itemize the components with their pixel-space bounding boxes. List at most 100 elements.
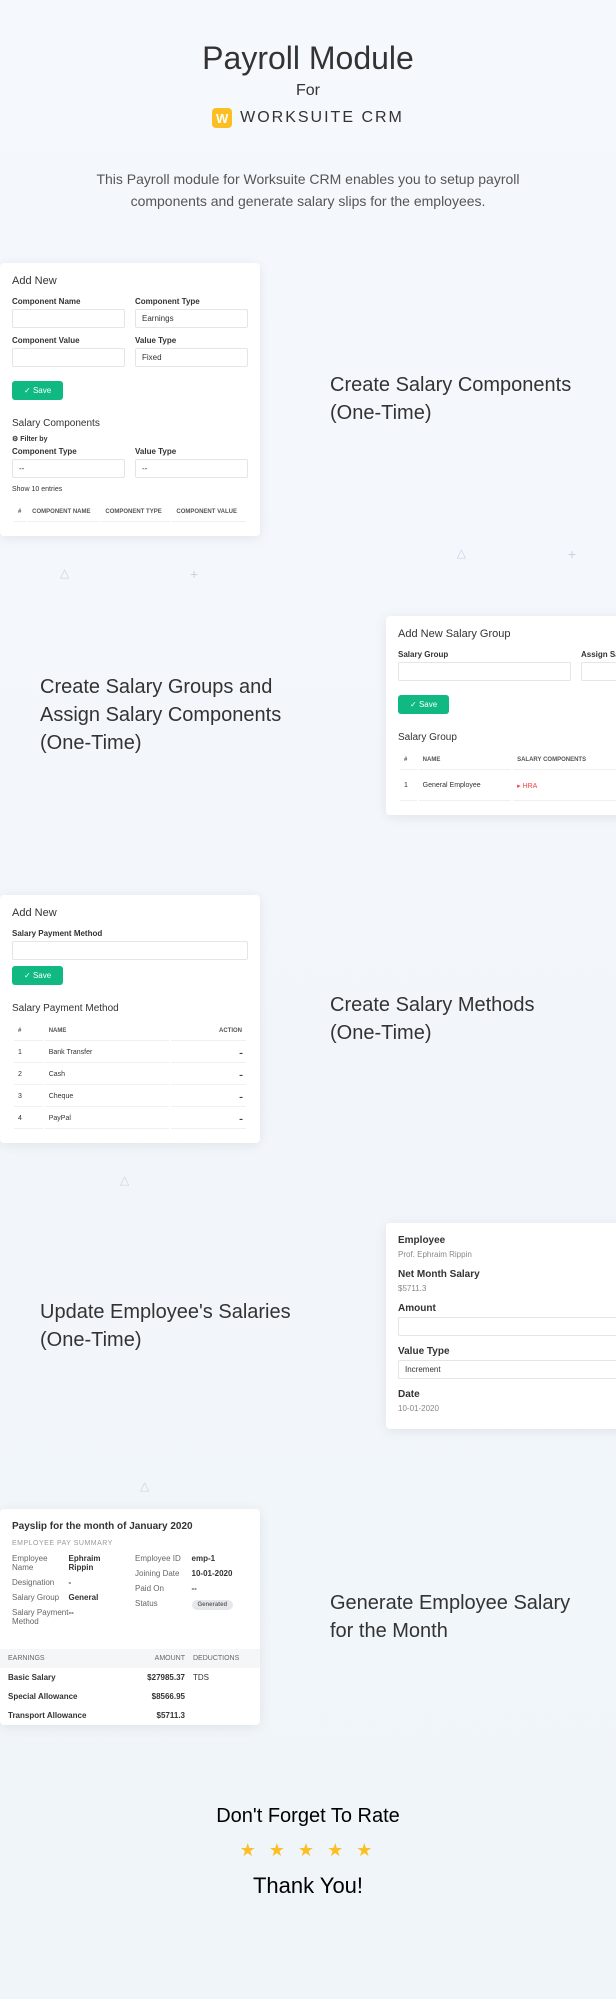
payment-method-value: -- [69, 1608, 126, 1626]
payslip-title: Payslip for the month of January 2020 [12, 1521, 248, 1532]
col-salary-components: SALARY COMPONENTS [513, 751, 616, 770]
col-num: # [14, 503, 26, 522]
section-salary-methods: Add New Salary Payment Method ✓ Save Sal… [0, 875, 616, 1163]
paid-on-value: -- [192, 1584, 249, 1593]
col-name: NAME [419, 751, 511, 770]
save-button[interactable]: ✓ Save [12, 381, 63, 400]
component-type-label: Component Type [135, 297, 248, 306]
row-menu-icon[interactable]: ... [239, 1093, 242, 1100]
connector: △ + △ + [0, 556, 616, 596]
net-salary-value: $5711.3 [398, 1284, 616, 1293]
payment-method-input[interactable] [12, 941, 248, 960]
row-menu-icon[interactable]: ... [239, 1071, 242, 1078]
filter-by-label: ⚙ Filter by [12, 435, 248, 443]
pay-summary-heading: EMPLOYEE PAY SUMMARY [12, 1540, 248, 1547]
component-name-input[interactable] [12, 309, 125, 328]
caption-salary-groups: Create Salary Groups and Assign Salary C… [0, 673, 356, 757]
salary-group-value: General [69, 1593, 126, 1602]
amount-input[interactable] [398, 1317, 616, 1336]
payment-method-table: # NAME ACTION 1Bank Transfer...2Cash...3… [12, 1020, 248, 1131]
designation-label: Designation [12, 1578, 69, 1587]
joining-date-label: Joining Date [135, 1569, 192, 1578]
save-button[interactable]: ✓ Save [12, 966, 63, 985]
section-salary-components: Add New Component Name Component Type Ea… [0, 243, 616, 556]
save-icon: ✓ [24, 971, 33, 980]
hra-tag: HRA [517, 783, 537, 790]
assign-salary-input[interactable] [581, 662, 616, 681]
col-name: NAME [45, 1022, 169, 1041]
salary-group-heading: Salary Group [398, 732, 616, 743]
date-value: 10-01-2020 [398, 1404, 616, 1413]
col-num: # [400, 751, 417, 770]
component-type-select[interactable]: Earnings [135, 309, 248, 328]
section-salary-groups: Add New Salary Group Salary Group Assign… [0, 596, 616, 835]
employee-name-value: Prof. Ephraim Rippin [398, 1250, 616, 1259]
value-type-label: Value Type [135, 336, 248, 345]
status-label: Status [135, 1599, 192, 1608]
connector: △ [0, 1163, 616, 1203]
table-row: 2Cash... [14, 1065, 246, 1085]
caption-generate-payslip: Generate Employee Salary for the Month [290, 1589, 616, 1645]
date-label: Date [398, 1389, 616, 1400]
net-salary-label: Net Month Salary [398, 1269, 616, 1280]
filter-value-type-label: Value Type [135, 447, 248, 456]
employee-label: Employee [398, 1235, 616, 1246]
component-value-label: Component Value [12, 336, 125, 345]
table-row: 4PayPal... [14, 1109, 246, 1129]
thank-you: Thank You! [20, 1873, 596, 1899]
table-row: 1Bank Transfer... [14, 1043, 246, 1063]
card-payslip: Payslip for the month of January 2020 EM… [0, 1509, 260, 1725]
earnings-row: Special Allowance$8566.95 [0, 1687, 260, 1706]
row-menu-icon[interactable]: ... [239, 1115, 242, 1122]
brand: W WORKSUITE CRM [20, 108, 596, 128]
title: Payroll Module [20, 40, 596, 77]
table-row: 1 General Employee HRA ⚙ Manage Employee… [400, 772, 616, 801]
page-header: Payroll Module For W WORKSUITE CRM [0, 0, 616, 148]
payment-method-label: Salary Payment Method [12, 1608, 69, 1626]
entries-control: Show 10 entries [12, 486, 248, 493]
card-salary-components: Add New Component Name Component Type Ea… [0, 263, 260, 536]
earnings-row: Basic Salary$27985.37TDS [0, 1668, 260, 1687]
table-row: 3Cheque... [14, 1087, 246, 1107]
value-type-select[interactable]: Increment [398, 1360, 616, 1379]
earnings-row: Transport Allowance$5711.3 [0, 1706, 260, 1725]
filter-component-type-select[interactable]: -- [12, 459, 125, 478]
brand-logo-icon: W [212, 108, 232, 128]
filter-value-type-select[interactable]: -- [135, 459, 248, 478]
subtitle-for: For [20, 82, 596, 100]
salary-group-label: Salary Group [398, 650, 571, 659]
card-salary-groups: Add New Salary Group Salary Group Assign… [386, 616, 616, 815]
salary-components-heading: Salary Components [12, 418, 248, 429]
col-component-name: COMPONENT NAME [28, 503, 99, 522]
value-type-select[interactable]: Fixed [135, 348, 248, 367]
assign-salary-label: Assign Salary [581, 650, 616, 659]
add-new-heading: Add New [12, 275, 248, 287]
save-icon: ✓ [24, 386, 33, 395]
footer: Don't Forget To Rate ★ ★ ★ ★ ★ Thank You… [0, 1745, 616, 1939]
status-badge: Generated [192, 1600, 234, 1610]
emp-name-value: Ephraim Rippin [69, 1554, 126, 1572]
add-new-heading: Add New [12, 907, 248, 919]
payment-method-label: Salary Payment Method [12, 929, 248, 938]
salary-group-label: Salary Group [12, 1593, 69, 1602]
brand-name: WORKSUITE CRM [240, 109, 404, 127]
add-new-group-heading: Add New Salary Group [398, 628, 616, 640]
emp-name-label: Employee Name [12, 1554, 69, 1572]
designation-value: - [69, 1578, 126, 1587]
payment-method-heading: Salary Payment Method [12, 1003, 248, 1014]
connector: △ [0, 1449, 616, 1489]
emp-id-label: Employee ID [135, 1554, 192, 1563]
caption-salary-methods: Create Salary Methods (One-Time) [290, 991, 616, 1047]
caption-update-salaries: Update Employee's Salaries (One-Time) [0, 1298, 356, 1354]
components-table: # COMPONENT NAME COMPONENT TYPE COMPONEN… [12, 501, 248, 524]
salary-group-input[interactable] [398, 662, 571, 681]
rate-prompt: Don't Forget To Rate [20, 1805, 596, 1828]
col-component-type: COMPONENT TYPE [101, 503, 170, 522]
col-action: ACTION [171, 1022, 246, 1041]
row-menu-icon[interactable]: ... [239, 1049, 242, 1056]
connector [0, 835, 616, 875]
component-value-input[interactable] [12, 348, 125, 367]
emp-id-value: emp-1 [192, 1554, 249, 1563]
filter-icon: ⚙ [12, 436, 20, 443]
save-button[interactable]: ✓ Save [398, 695, 449, 714]
